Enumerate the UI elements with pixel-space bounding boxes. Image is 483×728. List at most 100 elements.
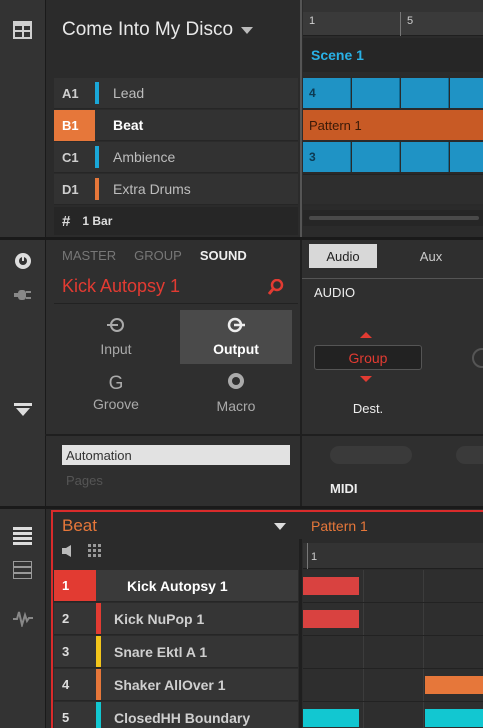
- page-groove-button[interactable]: G Groove: [60, 366, 172, 420]
- arranger-panel: Come Into My Disco 1 5 Scene 1 A1 Lead B…: [0, 0, 483, 237]
- clip-a1-4[interactable]: [450, 78, 483, 108]
- group-row-a1[interactable]: A1 Lead: [54, 78, 298, 109]
- sound-name: ClosedHH Boundary: [114, 709, 251, 726]
- scene-slot[interactable]: Scene 1: [303, 38, 483, 72]
- ruler-bar-5: 5: [407, 15, 414, 27]
- midi-slot-1[interactable]: [330, 446, 412, 464]
- automation-divider: [45, 434, 483, 436]
- group-row-b1[interactable]: B1 Beat: [54, 109, 298, 141]
- page-macro-button[interactable]: Macro: [180, 366, 292, 420]
- waveform-icon[interactable]: [13, 609, 33, 629]
- sound-row-3[interactable]: 3 Snare Ektl A 1: [54, 636, 298, 668]
- editor-ruler-tick: [307, 543, 308, 569]
- param-tab-aux[interactable]: Aux: [396, 244, 466, 268]
- macro-icon: [227, 372, 245, 395]
- note-shaker-1[interactable]: [425, 676, 483, 694]
- clip-a1-3[interactable]: [401, 78, 449, 108]
- step-view-icon[interactable]: [13, 527, 32, 545]
- page-buttons: Input Output G Groove Macro: [54, 308, 298, 422]
- clip-label: 4: [309, 86, 316, 100]
- note-kicknupop-1[interactable]: [303, 610, 359, 628]
- automation-field[interactable]: Automation: [62, 445, 290, 465]
- step-grid[interactable]: [303, 570, 483, 728]
- project-title[interactable]: Come Into My Disco: [54, 0, 298, 60]
- tab-master[interactable]: MASTER: [62, 248, 116, 263]
- editor-group-name: Beat: [62, 516, 97, 535]
- automation-label: Automation: [66, 447, 132, 463]
- group-row-d1[interactable]: D1 Extra Drums: [54, 174, 298, 205]
- clip-c1-4[interactable]: [450, 142, 483, 172]
- editor-ruler[interactable]: 1: [303, 543, 483, 569]
- sound-row-1[interactable]: 1 Kick Autopsy 1: [54, 570, 298, 602]
- search-icon[interactable]: [267, 278, 284, 295]
- clip-c1-2[interactable]: [352, 142, 400, 172]
- page-output-label: Output: [213, 341, 259, 357]
- clip-b1[interactable]: Pattern 1: [303, 110, 483, 140]
- midi-slot-2[interactable]: [456, 446, 483, 464]
- note-kick-1[interactable]: [303, 577, 359, 595]
- chevron-down-icon[interactable]: [274, 523, 286, 530]
- page-input-label: Input: [100, 341, 132, 357]
- timeline-ruler[interactable]: 1 5: [303, 12, 483, 36]
- clip-label: 3: [309, 150, 316, 164]
- plugin-icon[interactable]: [14, 252, 32, 270]
- groove-icon: G: [108, 372, 124, 394]
- editor-pattern-header[interactable]: Pattern 1: [303, 513, 483, 539]
- arranger-view-icon[interactable]: [13, 21, 32, 39]
- sound-color-bar: [96, 669, 101, 700]
- clip-c1-1[interactable]: 3: [303, 142, 351, 172]
- pages-label: Pages: [66, 473, 103, 488]
- dest-down-arrow[interactable]: [360, 376, 372, 382]
- editor-vsep: [299, 539, 302, 728]
- note-hh-1[interactable]: [303, 709, 359, 727]
- input-icon: [107, 317, 125, 338]
- group-color-bar: [95, 82, 99, 104]
- ruler-tick: [400, 12, 401, 36]
- sound-index: 4: [62, 677, 70, 692]
- sound-name: Kick Autopsy 1: [127, 577, 228, 594]
- pattern-length[interactable]: # 1 Bar: [54, 207, 298, 235]
- editor-group-header[interactable]: Beat: [54, 513, 298, 539]
- midi-label-wrap: MIDI: [330, 480, 357, 498]
- group-index: B1: [54, 109, 95, 141]
- group-index: C1: [62, 149, 79, 165]
- row-line: [303, 602, 483, 603]
- note-hh-2[interactable]: [425, 709, 483, 727]
- sound-name-field[interactable]: Kick Autopsy 1: [54, 270, 298, 304]
- pages-label-wrap: Pages: [66, 472, 103, 490]
- keyboard-view-icon[interactable]: [12, 560, 33, 580]
- gutter-divider-3: [45, 509, 46, 728]
- page-macro-label: Macro: [216, 398, 256, 414]
- group-index: D1: [62, 181, 79, 197]
- scrollbar-thumb[interactable]: [309, 216, 479, 220]
- group-row-c1[interactable]: C1 Ambience: [54, 142, 298, 173]
- pad-grid-icon[interactable]: [88, 543, 102, 563]
- speaker-icon[interactable]: [62, 544, 76, 562]
- page-input-button[interactable]: Input: [60, 310, 172, 364]
- clip-a1-2[interactable]: [352, 78, 400, 108]
- horizontal-scrollbar[interactable]: [303, 210, 483, 226]
- editor-pattern-name: Pattern 1: [311, 518, 368, 534]
- knob-partial[interactable]: [472, 348, 483, 368]
- tab-group[interactable]: GROUP: [134, 248, 182, 263]
- sound-name: Snare Ektl A 1: [114, 643, 208, 660]
- sound-row-2[interactable]: 2 Kick NuPop 1: [54, 603, 298, 635]
- clip-c1-3[interactable]: [401, 142, 449, 172]
- row-line: [303, 701, 483, 702]
- clip-grid: 4 Pattern 1 3: [303, 76, 483, 206]
- collapse-icon[interactable]: [14, 403, 32, 417]
- gutter-divider-2: [45, 240, 46, 506]
- sound-row-4[interactable]: 4 Shaker AllOver 1: [54, 669, 298, 701]
- tab-sound[interactable]: SOUND: [200, 248, 247, 263]
- automation-vsep: [300, 436, 302, 506]
- dest-up-arrow[interactable]: [360, 332, 372, 338]
- sound-row-5[interactable]: 5 ClosedHH Boundary: [54, 702, 298, 728]
- param-tab-audio[interactable]: Audio: [309, 244, 377, 268]
- dest-selector[interactable]: Group: [314, 345, 422, 370]
- group-name: Lead: [113, 85, 145, 101]
- clip-d1-empty[interactable]: [303, 174, 483, 204]
- page-output-button[interactable]: Output: [180, 310, 292, 364]
- plug-icon[interactable]: [14, 288, 32, 302]
- clip-a1-1[interactable]: 4: [303, 78, 351, 108]
- page-groove-label: Groove: [93, 395, 139, 412]
